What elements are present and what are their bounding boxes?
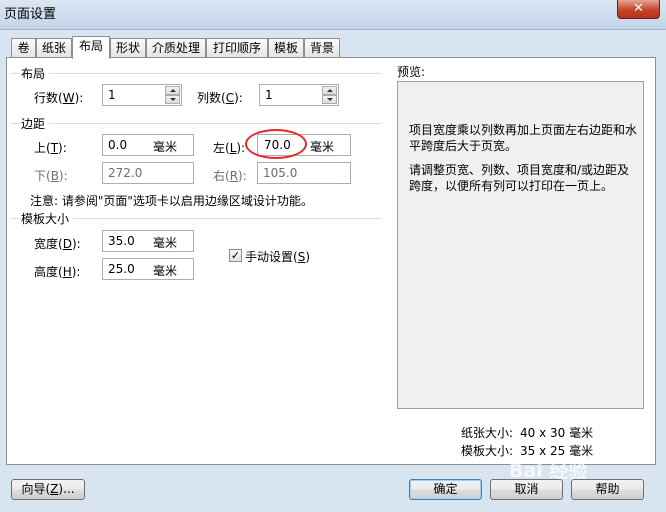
top-margin-unit: 毫米 [153, 140, 178, 154]
width-label: 宽度(D): [34, 237, 81, 251]
right-margin-value: 105.0 [263, 166, 298, 180]
rows-down-button[interactable] [165, 95, 180, 104]
template-height-unit: 毫米 [153, 264, 178, 278]
tab-paper[interactable]: 纸张 [36, 38, 72, 58]
close-button[interactable]: ✕ [617, 0, 660, 19]
right-margin-field: 105.0 [257, 162, 351, 184]
margins-group-title: 边距 [21, 115, 50, 132]
height-label: 高度(H): [34, 265, 81, 279]
checkmark-icon: ✓ [230, 249, 241, 262]
columns-label: 列数(C): [197, 91, 243, 105]
preview-box: 项目宽度乘以列数再加上页面左右边距和水平跨度后大于页宽。 请调整页宽、列数、项目… [397, 81, 644, 409]
preview-message-1: 项目宽度乘以列数再加上页面左右边距和水平跨度后大于页宽。 [409, 123, 638, 153]
template-height-field[interactable]: 25.0 毫米 [102, 258, 194, 280]
rows-up-button[interactable] [165, 86, 180, 95]
preview-message-2: 请调整页宽、列数、项目宽度和/或边距及跨度，以便所有列可以打印在一页上。 [409, 163, 630, 193]
tab-template[interactable]: 模板 [268, 38, 304, 58]
wizard-button[interactable]: 向导(Z)... [11, 479, 85, 500]
layout-group-title: 布局 [21, 65, 50, 82]
rows-spinner[interactable]: 1 [102, 84, 182, 106]
left-margin-unit: 毫米 [310, 140, 335, 154]
title-bar: 页面设置 ✕ [0, 0, 666, 30]
rows-label: 行数(W): [34, 91, 84, 105]
layout-panel: 布局 行数(W): 1 列数(C): 1 边距 上(T): 0.0 毫米 左(L… [6, 57, 656, 465]
left-margin-label: 左(L): [213, 141, 246, 155]
manual-setting-label[interactable]: 手动设置(S) [245, 248, 310, 265]
manual-setting-checkbox[interactable]: ✓ [229, 249, 242, 262]
layout-group-divider [11, 73, 381, 74]
bottom-margin-field: 272.0 [102, 162, 194, 184]
tab-print-order[interactable]: 打印顺序 [206, 38, 268, 58]
template-width-value: 35.0 [108, 234, 135, 248]
columns-down-button[interactable] [322, 95, 337, 104]
margins-note: 注意: 请参阅"页面"选项卡以启用边缘区域设计功能。 [30, 194, 313, 208]
preview-title: 预览: [397, 65, 426, 79]
columns-up-button[interactable] [322, 86, 337, 95]
watermark-logo: Bai 经验 [509, 460, 588, 482]
margins-group-divider [11, 123, 381, 124]
tab-layout[interactable]: 布局 [72, 36, 110, 59]
template-height-value: 25.0 [108, 262, 135, 276]
template-size-group-title: 模板大小 [21, 210, 74, 227]
highlight-oval [245, 129, 307, 159]
ok-button[interactable]: 确定 [409, 479, 482, 500]
template-width-field[interactable]: 35.0 毫米 [102, 230, 194, 252]
bottom-margin-value: 272.0 [108, 166, 143, 180]
tab-media-handling[interactable]: 介质处理 [146, 38, 206, 58]
template-width-unit: 毫米 [153, 236, 178, 250]
close-icon: ✕ [633, 1, 644, 16]
paper-size-value: 40 x 30 毫米 [520, 426, 594, 440]
bottom-margin-label: 下(B): [34, 169, 68, 183]
columns-value: 1 [265, 88, 273, 102]
tab-shape[interactable]: 形状 [110, 38, 146, 58]
tab-roll[interactable]: 卷 [11, 38, 36, 58]
rows-value: 1 [108, 88, 116, 102]
window-title: 页面设置 [4, 7, 57, 22]
top-margin-label: 上(T): [34, 141, 67, 155]
columns-spinner[interactable]: 1 [259, 84, 339, 106]
top-margin-value: 0.0 [108, 138, 128, 152]
tab-background[interactable]: 背景 [304, 38, 340, 58]
right-margin-label: 右(R): [213, 169, 247, 183]
template-size-label: 模板大小: [461, 444, 514, 458]
paper-size-label: 纸张大小: [461, 426, 514, 440]
top-margin-field[interactable]: 0.0 毫米 [102, 134, 194, 156]
